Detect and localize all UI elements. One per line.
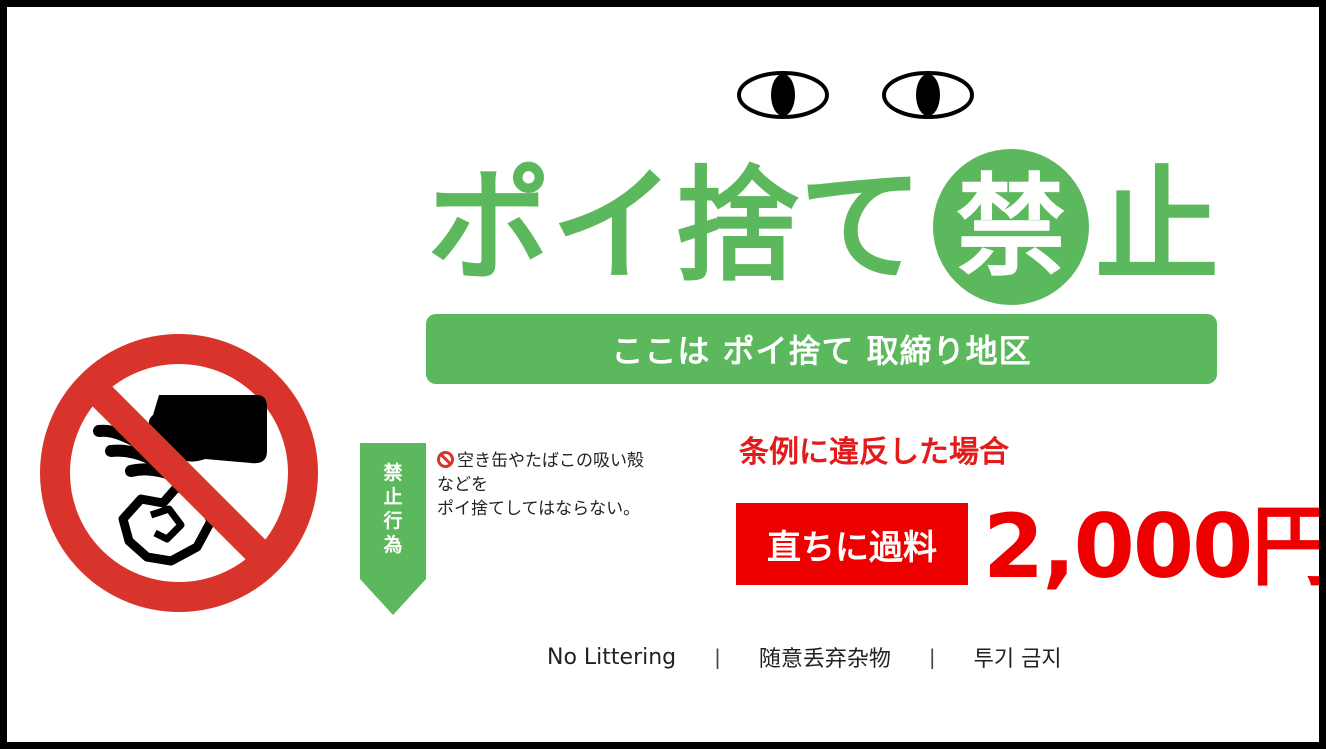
- violation-heading: 条例に違反した場合: [739, 435, 1009, 470]
- title-text-end: 止: [1095, 155, 1220, 299]
- footer-english: No Littering: [547, 644, 677, 670]
- watching-eyes-icon: [737, 71, 974, 119]
- zone-banner: ここは ポイ捨て 取締り地区: [426, 314, 1217, 384]
- footer-korean: 투기 금지: [973, 647, 1062, 672]
- no-littering-icon: [40, 334, 318, 612]
- description-line-2: などを: [437, 475, 488, 495]
- sign-frame: ポイ捨て 禁 止 ここは ポイ捨て 取締り地区 禁 止 行 為 空き缶やたばこの…: [7, 7, 1319, 742]
- tag-text: 禁 止 行 為: [360, 461, 426, 557]
- tag-char: 禁: [383, 462, 403, 484]
- footer-separator: |: [714, 645, 721, 669]
- prohibited-icon: [437, 451, 454, 468]
- footer-chinese: 随意丢弃杂物: [758, 647, 891, 672]
- multilingual-footer: No Littering | 随意丢弃杂物 | 투기 금지: [547, 641, 1062, 673]
- sign-title: ポイ捨て 禁 止: [427, 147, 1219, 307]
- description-line-1: 空き缶やたばこの吸い殻: [457, 451, 644, 471]
- tag-char: 行: [383, 510, 403, 532]
- fine-label: 直ちに過料: [736, 503, 968, 585]
- title-circled-char: 禁: [933, 149, 1090, 305]
- description-line-3: ポイ捨てしてはならない。: [437, 499, 641, 519]
- tag-char: 為: [383, 534, 403, 556]
- footer-separator: |: [928, 645, 936, 669]
- prohibited-act-description: 空き缶やたばこの吸い殻 などを ポイ捨てしてはならない。: [437, 449, 737, 521]
- fine-amount: 2,000円: [983, 495, 1319, 598]
- tag-char: 止: [383, 486, 403, 508]
- prohibited-act-tag: 禁 止 行 為: [360, 443, 426, 615]
- title-text-main: ポイ捨て: [427, 155, 924, 299]
